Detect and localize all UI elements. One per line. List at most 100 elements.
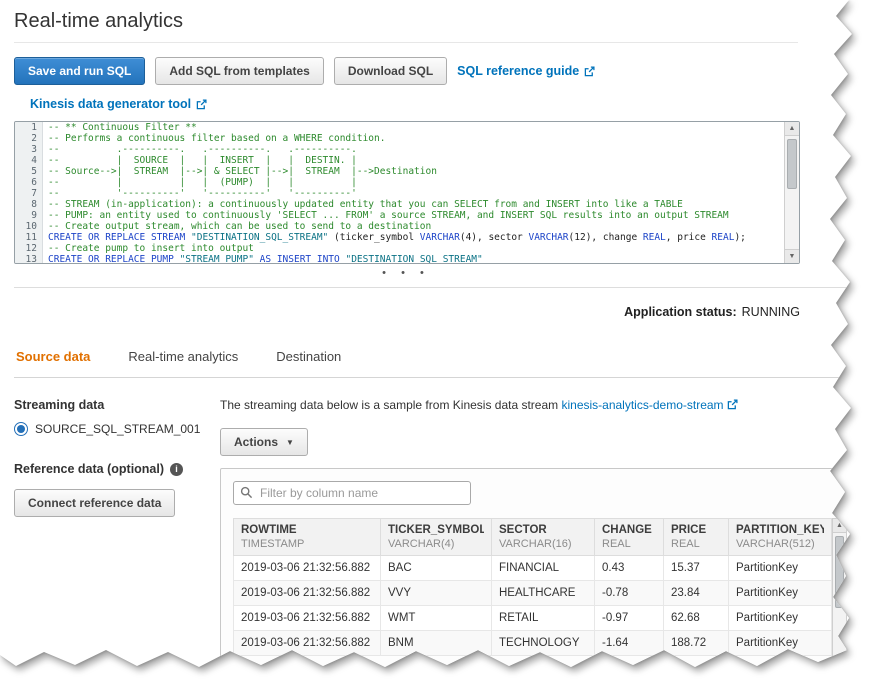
table-cell: RETAIL xyxy=(492,606,595,631)
editor-line: 10-- Create output stream, which can be … xyxy=(15,221,799,232)
editor-line: 4-- | SOURCE | | INSERT | | DESTIN. | xyxy=(15,155,799,166)
table-cell: 23.84 xyxy=(664,581,729,606)
column-header: SECTORVARCHAR(16) xyxy=(492,519,595,556)
tab-source-data[interactable]: Source data xyxy=(16,349,90,364)
table-cell: 2019-03-06 21:32:56.882 xyxy=(234,631,381,656)
external-link-icon xyxy=(196,99,207,110)
radio-selected-icon[interactable] xyxy=(14,422,28,436)
table-body: 2019-03-06 21:32:56.882BACFINANCIAL0.431… xyxy=(234,556,832,656)
editor-line: 1-- ** Continuous Filter ** xyxy=(15,122,799,133)
actions-dropdown-button[interactable]: Actions ▼ xyxy=(220,428,308,456)
table-cell: PartitionKey xyxy=(729,556,832,581)
stream-radio-option[interactable]: SOURCE_SQL_STREAM_001 xyxy=(14,422,206,436)
application-status-label: Application status: xyxy=(624,305,737,319)
sql-editor[interactable]: 1-- ** Continuous Filter **2-- Performs … xyxy=(14,121,800,264)
application-status-value: RUNNING xyxy=(742,305,800,319)
editor-line: 3-- .----------. .----------. .---------… xyxy=(15,144,799,155)
table-row: 2019-03-06 21:32:56.882VVYHEALTHCARE-0.7… xyxy=(234,581,832,606)
editor-scrollbar[interactable]: ▲ ▼ xyxy=(784,122,799,263)
torn-paper-page: Real-time analytics Save and run SQL Add… xyxy=(0,0,875,699)
table-cell: -0.97 xyxy=(595,606,664,631)
table-cell: 2019-03-06 21:32:56.882 xyxy=(234,556,381,581)
save-and-run-sql-button[interactable]: Save and run SQL xyxy=(14,57,145,85)
table-scrollbar-thumb[interactable] xyxy=(835,536,844,608)
streaming-data-heading: Streaming data xyxy=(14,398,206,412)
column-header: CHANGEREAL xyxy=(595,519,664,556)
sql-reference-guide-link[interactable]: SQL reference guide xyxy=(457,64,595,78)
tab-bar: Source data Real-time analytics Destinat… xyxy=(14,343,875,378)
column-filter-input[interactable] xyxy=(233,481,471,505)
console-content: Real-time analytics Save and run SQL Add… xyxy=(0,0,875,699)
table-cell: FINANCIAL xyxy=(492,556,595,581)
reference-data-heading: Reference data (optional) xyxy=(14,462,164,476)
application-status: Application status: RUNNING xyxy=(14,305,800,319)
add-sql-templates-button[interactable]: Add SQL from templates xyxy=(155,57,323,85)
sample-note-text: The streaming data below is a sample fro… xyxy=(220,398,561,412)
external-link-icon xyxy=(727,399,738,410)
table-cell: -1.64 xyxy=(595,631,664,656)
editor-line: 7-- '----------' '----------' '---------… xyxy=(15,188,799,199)
table-cell: 15.37 xyxy=(664,556,729,581)
table-cell: 2019-03-06 21:32:56.882 xyxy=(234,581,381,606)
external-link-icon xyxy=(584,66,595,77)
sample-data-table: ROWTIMETIMESTAMPTICKER_SYMBOLVARCHAR(4)S… xyxy=(233,518,832,656)
table-cell: BNM xyxy=(381,631,492,656)
right-panel: The streaming data below is a sample fro… xyxy=(220,398,860,699)
scroll-down-arrow-icon[interactable]: ▼ xyxy=(785,249,799,263)
section-divider xyxy=(14,287,875,288)
scroll-up-arrow-icon[interactable]: ▲ xyxy=(785,122,799,136)
connect-reference-data-button[interactable]: Connect reference data xyxy=(14,489,175,517)
table-cell: HEALTHCARE xyxy=(492,581,595,606)
editor-line: 5-- Source-->| STREAM |-->| & SELECT |--… xyxy=(15,166,799,177)
table-cell: WMT xyxy=(381,606,492,631)
left-panel: Streaming data SOURCE_SQL_STREAM_001 Ref… xyxy=(14,398,206,699)
table-cell: 2019-03-06 21:32:56.882 xyxy=(234,606,381,631)
scroll-up-arrow-icon[interactable]: ▲ xyxy=(833,519,846,533)
table-cell: PartitionKey xyxy=(729,606,832,631)
column-header: ROWTIMETIMESTAMP xyxy=(234,519,381,556)
page: Real-time analytics Save and run SQL Add… xyxy=(0,0,875,699)
table-row: 2019-03-06 21:32:56.882BACFINANCIAL0.431… xyxy=(234,556,832,581)
generator-tool-row: Kinesis data generator tool xyxy=(30,95,875,113)
editor-line: 6-- | | | (PUMP) | | | xyxy=(15,177,799,188)
reference-data-heading-row: Reference data (optional) i xyxy=(14,462,206,476)
kinesis-data-generator-link[interactable]: Kinesis data generator tool xyxy=(30,97,207,111)
table-cell: PartitionKey xyxy=(729,581,832,606)
title-divider xyxy=(14,42,798,43)
info-icon[interactable]: i xyxy=(170,463,183,476)
editor-resize-handle[interactable]: • • • xyxy=(14,268,798,278)
tab-real-time-analytics[interactable]: Real-time analytics xyxy=(128,349,238,364)
page-title: Real-time analytics xyxy=(14,10,875,33)
editor-line: 11CREATE OR REPLACE STREAM "DESTINATION_… xyxy=(15,232,799,243)
editor-line: 12-- Create pump to insert into output xyxy=(15,243,799,254)
sql-editor-lines: 1-- ** Continuous Filter **2-- Performs … xyxy=(15,122,799,264)
column-header: TICKER_SYMBOLVARCHAR(4) xyxy=(381,519,492,556)
table-cell: 62.68 xyxy=(664,606,729,631)
sample-data-panel: ROWTIMETIMESTAMPTICKER_SYMBOLVARCHAR(4)S… xyxy=(220,468,860,699)
tab-destination[interactable]: Destination xyxy=(276,349,341,364)
column-header: PARTITION_KEYVARCHAR(512) xyxy=(729,519,832,556)
sql-reference-guide-label: SQL reference guide xyxy=(457,64,579,78)
table-cell: PartitionKey xyxy=(729,631,832,656)
sample-table-wrap: ROWTIMETIMESTAMPTICKER_SYMBOLVARCHAR(4)S… xyxy=(233,518,847,656)
table-cell: 188.72 xyxy=(664,631,729,656)
download-sql-button[interactable]: Download SQL xyxy=(334,57,447,85)
table-scrollbar[interactable]: ▲ xyxy=(832,518,847,699)
table-cell: -0.78 xyxy=(595,581,664,606)
editor-line: 9-- PUMP: an entity used to continuously… xyxy=(15,210,799,221)
editor-line: 13CREATE OR REPLACE PUMP "STREAM_PUMP" A… xyxy=(15,254,799,264)
editor-scrollbar-thumb[interactable] xyxy=(787,139,797,189)
table-cell: 0.43 xyxy=(595,556,664,581)
kinesis-data-generator-label: Kinesis data generator tool xyxy=(30,97,191,111)
caret-down-icon: ▼ xyxy=(286,438,294,447)
actions-label: Actions xyxy=(234,435,278,449)
table-cell: BAC xyxy=(381,556,492,581)
filter-field-wrap xyxy=(233,481,471,505)
column-header: PRICEREAL xyxy=(664,519,729,556)
table-row: 2019-03-06 21:32:56.882BNMTECHNOLOGY-1.6… xyxy=(234,631,832,656)
editor-line: 2-- Performs a continuous filter based o… xyxy=(15,133,799,144)
table-cell: TECHNOLOGY xyxy=(492,631,595,656)
editor-line: 8-- STREAM (in-application): a continuou… xyxy=(15,199,799,210)
demo-stream-link[interactable]: kinesis-analytics-demo-stream xyxy=(561,398,723,412)
source-data-section: Streaming data SOURCE_SQL_STREAM_001 Ref… xyxy=(14,398,798,699)
